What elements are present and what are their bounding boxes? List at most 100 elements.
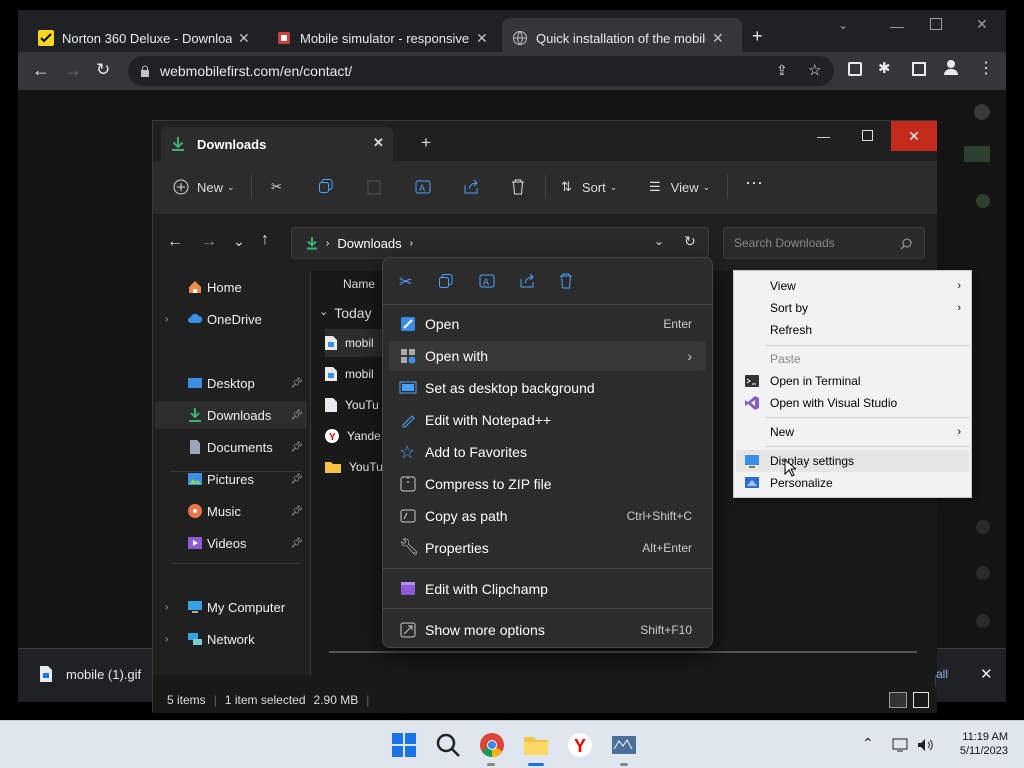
sidebar-item-pictures[interactable]: Pictures 📌︎	[155, 465, 307, 493]
search-icon[interactable]	[434, 731, 462, 759]
menu-item-copy-path[interactable]: Copy as path Ctrl+Shift+C	[389, 501, 706, 531]
file-explorer-icon[interactable]	[522, 731, 550, 759]
tiles-view-icon[interactable]	[913, 692, 929, 708]
new-tab-button[interactable]: +	[421, 133, 431, 153]
sidebar-item-my-computer[interactable]: › My Computer	[155, 593, 307, 621]
minimize-button[interactable]: —	[817, 129, 830, 144]
up-button[interactable]: ↑	[261, 231, 269, 249]
menu-item-open-with[interactable]: Open with ›	[389, 341, 706, 371]
chevron-right-icon[interactable]: ›	[165, 314, 168, 325]
menu-item-edit-notepad[interactable]: Edit with Notepad++	[389, 405, 706, 435]
address-bar[interactable]: webmobilefirst.com/en/contact/ ⇪ ☆	[128, 56, 834, 86]
monitor-app-icon[interactable]	[610, 731, 638, 759]
rename-icon[interactable]: A	[479, 273, 495, 289]
close-icon[interactable]: ✕	[238, 30, 250, 47]
horizontal-scrollbar[interactable]	[329, 651, 917, 653]
back-button[interactable]: ←	[167, 233, 183, 251]
desktop-menu-open-terminal[interactable]: Open in Terminal	[736, 370, 969, 392]
tab-quick-install[interactable]: Quick installation of the mobile ✕	[512, 22, 724, 54]
desktop-menu-view[interactable]: View ›	[736, 275, 969, 297]
close-icon[interactable]: ✕	[373, 135, 384, 151]
copy-icon[interactable]	[319, 179, 333, 193]
sidebar-item-home[interactable]: Home	[155, 273, 307, 301]
rename-icon[interactable]: A	[415, 179, 431, 195]
network-icon[interactable]	[892, 737, 910, 753]
sidebar-item-documents[interactable]: Documents 📌︎	[155, 433, 307, 461]
menu-item-edit-clipchamp[interactable]: Edit with Clipchamp	[389, 574, 706, 604]
cut-icon[interactable]: ✂	[399, 272, 412, 292]
address-breadcrumb[interactable]: › Downloads › ⌄ ↻	[291, 227, 709, 259]
forward-button[interactable]: →	[64, 60, 82, 81]
search-input[interactable]: Search Downloads	[723, 227, 925, 259]
details-view-icon[interactable]	[889, 692, 907, 708]
share-icon[interactable]	[519, 273, 535, 289]
desktop-menu-refresh[interactable]: Refresh	[736, 319, 969, 341]
breadcrumb-downloads[interactable]: Downloads	[337, 236, 401, 251]
maximize-button[interactable]	[862, 130, 873, 141]
column-header-name[interactable]: Name	[343, 277, 375, 291]
puzzle-icon[interactable]: ✱	[878, 59, 891, 77]
side-panel-icon[interactable]	[912, 62, 926, 76]
desktop-menu-open-visual-studio[interactable]: Open with Visual Studio	[736, 392, 969, 414]
delete-icon[interactable]	[511, 179, 525, 195]
share-icon[interactable]: ⇪	[776, 62, 788, 79]
close-download-bar-button[interactable]: ✕	[980, 665, 993, 683]
close-icon[interactable]: ✕	[476, 30, 488, 47]
tab-search-icon[interactable]: ⌄	[838, 18, 848, 32]
chevron-down-icon[interactable]: ⌄	[654, 234, 664, 248]
sort-button[interactable]: ⇅ Sort ⌄	[561, 179, 617, 195]
tab-mobile-simulator[interactable]: Mobile simulator - responsive te ✕	[276, 22, 488, 54]
file-row[interactable]: mobil	[325, 360, 385, 388]
file-row[interactable]: YouTu	[325, 391, 385, 419]
recent-dropdown-icon[interactable]: ⌄	[233, 233, 245, 250]
sidebar-item-videos[interactable]: Videos 📌︎	[155, 529, 307, 557]
clock[interactable]: 11:19 AM 5/11/2023	[946, 730, 1008, 758]
reload-button[interactable]: ↻	[96, 60, 110, 80]
show-all-link[interactable]: all	[936, 667, 948, 681]
desktop-menu-new[interactable]: New ›	[736, 421, 969, 443]
bookmark-star-icon[interactable]: ☆	[808, 61, 821, 79]
cut-icon[interactable]: ✂	[271, 179, 282, 195]
window-close-button[interactable]: ✕	[891, 121, 937, 151]
sidebar-item-music[interactable]: Music 📌︎	[155, 497, 307, 525]
share-icon[interactable]	[463, 179, 479, 195]
window-close-button[interactable]: ✕	[976, 16, 988, 33]
chevron-right-icon[interactable]: ›	[165, 602, 168, 613]
profile-icon[interactable]	[944, 60, 958, 76]
chevron-right-icon[interactable]: ›	[165, 634, 168, 645]
file-row[interactable]: YouTu	[325, 453, 385, 481]
menu-item-add-favorites[interactable]: ☆ Add to Favorites	[389, 437, 706, 467]
sidebar-item-desktop[interactable]: Desktop 📌︎	[155, 369, 307, 397]
menu-item-compress-zip[interactable]: Compress to ZIP file	[389, 469, 706, 499]
extension-icon[interactable]	[848, 62, 862, 76]
forward-button[interactable]: →	[201, 233, 217, 251]
desktop-menu-personalize[interactable]: Personalize	[736, 472, 969, 494]
windows-start-icon[interactable]	[390, 731, 418, 759]
menu-dots-icon[interactable]: ⋮	[978, 58, 994, 78]
group-header-today[interactable]: ⌄ Today	[319, 305, 372, 321]
maximize-button[interactable]	[930, 18, 942, 30]
explorer-tab-downloads[interactable]: Downloads ✕	[161, 127, 393, 161]
sidebar-item-downloads[interactable]: Downloads 📌︎	[155, 401, 307, 429]
download-filename[interactable]: mobile (1).gif	[66, 667, 141, 682]
tab-norton[interactable]: Norton 360 Deluxe - Download ✕	[38, 22, 250, 54]
minimize-button[interactable]: —	[890, 18, 904, 34]
menu-item-properties[interactable]: 🔧︎ Properties Alt+Enter	[389, 533, 706, 563]
desktop-menu-display-settings[interactable]: Display settings	[736, 450, 969, 472]
menu-item-set-background[interactable]: Set as desktop background	[389, 373, 706, 403]
sidebar-item-onedrive[interactable]: › OneDrive	[155, 305, 307, 333]
chevron-up-icon[interactable]: ⌃	[862, 735, 874, 752]
file-row[interactable]: Y Yande	[325, 422, 385, 450]
refresh-icon[interactable]: ↻	[684, 233, 696, 250]
yandex-icon[interactable]: Y	[566, 731, 594, 759]
chrome-icon[interactable]	[478, 731, 506, 759]
view-button[interactable]: ☰ View ⌄	[649, 179, 710, 195]
menu-item-open[interactable]: Open Enter	[389, 309, 706, 339]
menu-item-show-more-options[interactable]: Show more options Shift+F10	[389, 615, 706, 645]
volume-icon[interactable]	[916, 737, 934, 753]
sidebar-item-network[interactable]: › Network	[155, 625, 307, 653]
paste-icon[interactable]	[367, 179, 381, 195]
desktop-menu-sort-by[interactable]: Sort by ›	[736, 297, 969, 319]
new-button[interactable]: New ⌄	[173, 179, 235, 195]
delete-icon[interactable]	[559, 273, 573, 289]
